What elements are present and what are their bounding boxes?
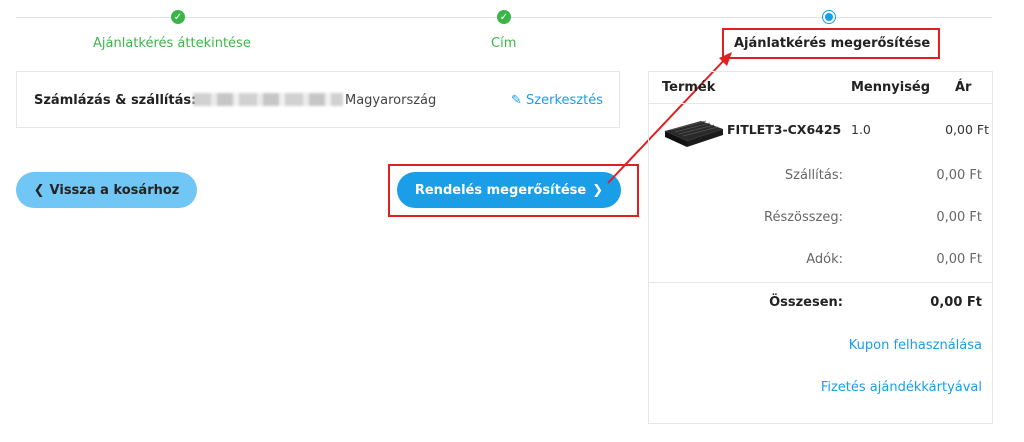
column-product: Termék	[662, 80, 716, 95]
subtotal-label: Részösszeg:	[764, 210, 843, 225]
product-quantity: 1.0	[851, 122, 871, 137]
product-price: 0,00 Ft	[945, 122, 989, 137]
product-name[interactable]: FITLET3-CX6425	[727, 122, 841, 137]
header-divider	[649, 103, 992, 104]
tax-label: Adók:	[806, 252, 843, 267]
total-value: 0,00 Ft	[930, 295, 982, 310]
subtotal-value: 0,00 Ft	[936, 210, 982, 225]
shipping-value: 0,00 Ft	[936, 168, 982, 183]
total-divider	[649, 282, 992, 283]
product-image	[665, 120, 723, 147]
shipping-label: Szállítás:	[784, 168, 843, 183]
apply-coupon-link[interactable]: Kupon felhasználása	[849, 338, 982, 353]
total-label: Összesen:	[769, 295, 843, 310]
column-price: Ár	[955, 80, 972, 95]
gift-card-payment-link[interactable]: Fizetés ajándékkártyával	[821, 380, 982, 395]
column-quantity: Mennyiség	[851, 80, 931, 95]
tax-value: 0,00 Ft	[936, 252, 982, 267]
